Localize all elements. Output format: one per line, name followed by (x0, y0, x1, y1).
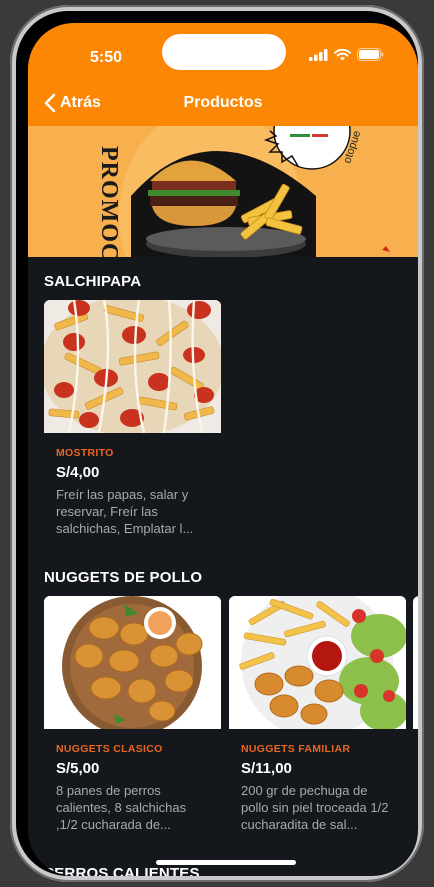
product-price: S/4,00 (56, 464, 100, 481)
promo-vertical-text: PROMOCI (96, 146, 122, 257)
app-screen: 5:50 Atrás Productos PROMOCI otopue SALC… (28, 23, 418, 876)
product-image (44, 300, 221, 433)
dynamic-island (162, 34, 286, 70)
cellular-signal-icon (309, 48, 328, 61)
product-card-nuggets-clasico[interactable]: NUGGETS CLASICO S/5,00 8 panes de perros… (44, 596, 221, 832)
product-name: MOSTRITO (56, 447, 114, 459)
section-title-nuggets: NUGGETS DE POLLO (44, 569, 203, 586)
phone-bezel: 5:50 Atrás Productos PROMOCI otopue SALC… (16, 11, 418, 876)
phone-frame: 5:50 Atrás Productos PROMOCI otopue SALC… (10, 5, 424, 882)
product-price: S/11,00 (241, 760, 292, 777)
product-image (229, 596, 406, 729)
product-description: Freír las papas, salar y reservar, Freír… (56, 487, 194, 536)
product-card-nuggets-familiar[interactable]: NUGGETS FAMILIAR S/11,00 200 gr de pechu… (229, 596, 406, 832)
section-title-salchipapa: SALCHIPAPA (44, 273, 142, 290)
product-image (44, 596, 221, 729)
top-bar: 5:50 Atrás Productos (28, 23, 418, 126)
product-name: NUGGETS FAMILIAR (241, 743, 351, 755)
home-indicator[interactable] (156, 860, 296, 865)
product-name: NUGGETS CLASICO (56, 743, 163, 755)
section-title-perros-calientes: PERROS CALIENTES (44, 865, 200, 876)
status-time: 5:50 (90, 49, 123, 66)
promo-banner-image: PROMOCI otopue (28, 126, 418, 257)
page-title: Productos (183, 94, 263, 111)
promo-banner[interactable]: PROMOCI otopue (28, 126, 418, 257)
status-icons (309, 48, 384, 61)
product-card-mostrito[interactable]: MOSTRITO S/4,00 Freír las papas, salar y… (44, 300, 221, 536)
product-price: S/5,00 (56, 760, 100, 777)
battery-icon (357, 48, 384, 61)
next-card-peek[interactable] (413, 596, 418, 729)
product-description: 200 gr de pechuga de pollo sin piel troc… (241, 783, 389, 832)
product-description: 8 panes de perros calientes, 8 salchicha… (56, 783, 187, 832)
wifi-icon (334, 48, 351, 60)
